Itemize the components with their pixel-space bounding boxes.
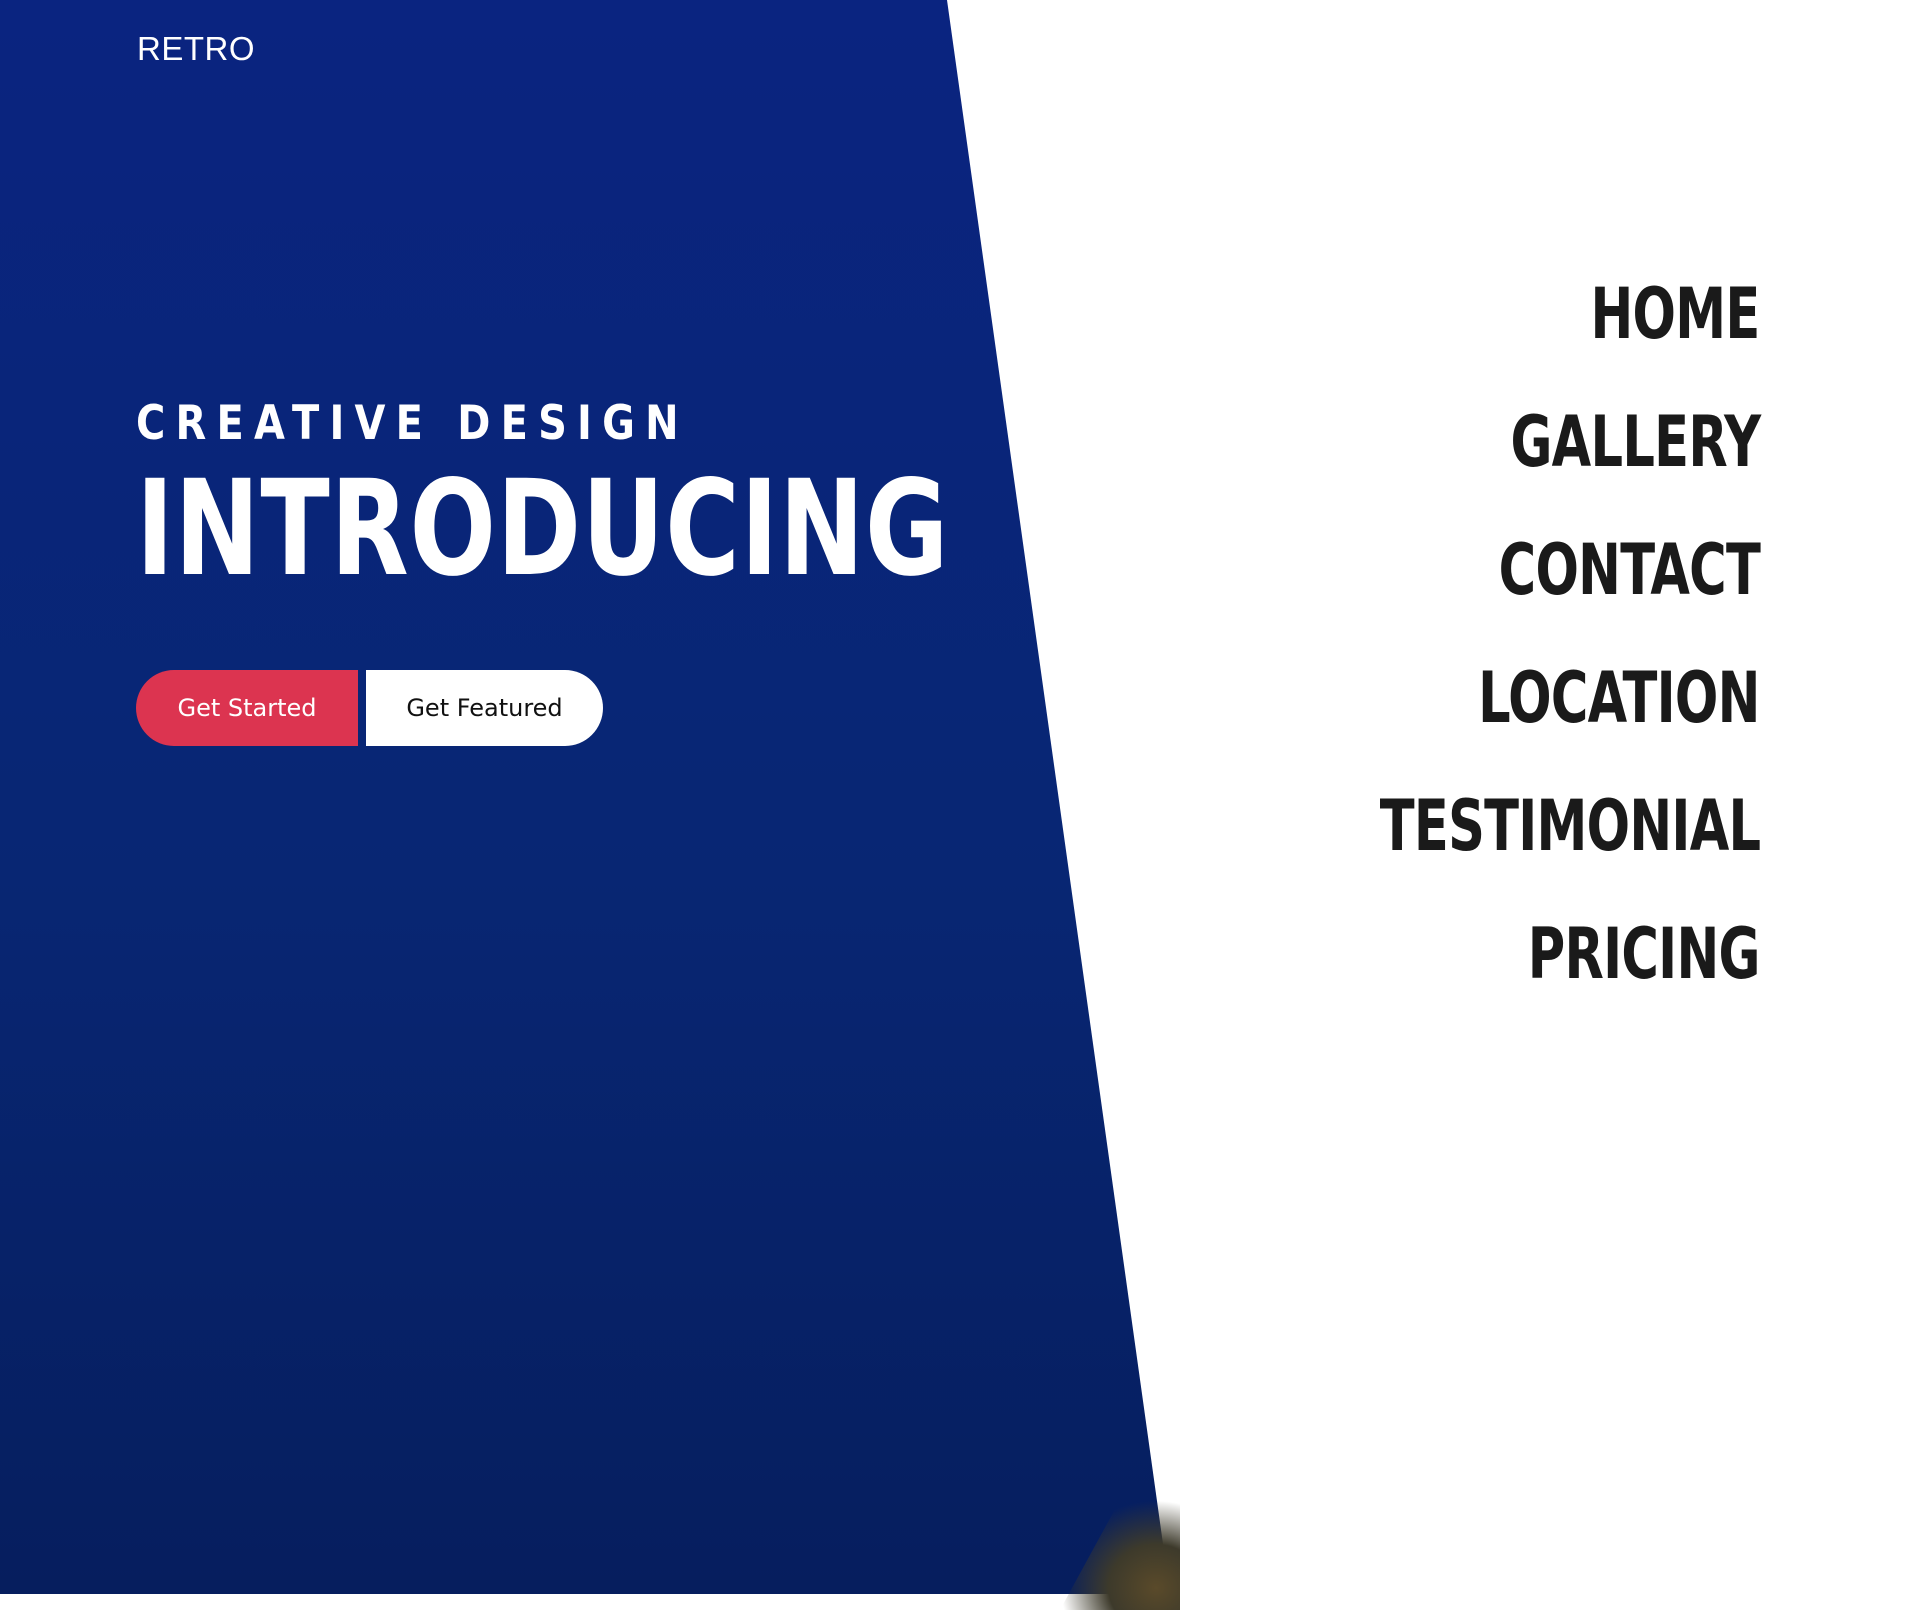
nav-item-testimonial[interactable]: TESTIMONIAL: [1379, 762, 1760, 890]
nav-item-pricing[interactable]: PRICING: [1528, 890, 1761, 1018]
main-nav: HOME GALLERY CONTACT LOCATION TESTIMONIA…: [1239, 250, 1760, 1018]
nav-item-home[interactable]: HOME: [1591, 250, 1761, 378]
brand-logo[interactable]: RETRO: [137, 30, 255, 68]
hero-title: INTRODUCING: [136, 452, 950, 606]
cta-button-group: Get Started Get Featured: [136, 670, 603, 746]
hero-kicker: CREATIVE DESIGN: [136, 396, 689, 451]
nav-item-gallery[interactable]: GALLERY: [1510, 378, 1761, 506]
nav-item-contact[interactable]: CONTACT: [1499, 506, 1761, 634]
get-started-button[interactable]: Get Started: [136, 670, 358, 746]
get-featured-button[interactable]: Get Featured: [366, 670, 603, 746]
nav-item-location[interactable]: LOCATION: [1478, 634, 1760, 762]
